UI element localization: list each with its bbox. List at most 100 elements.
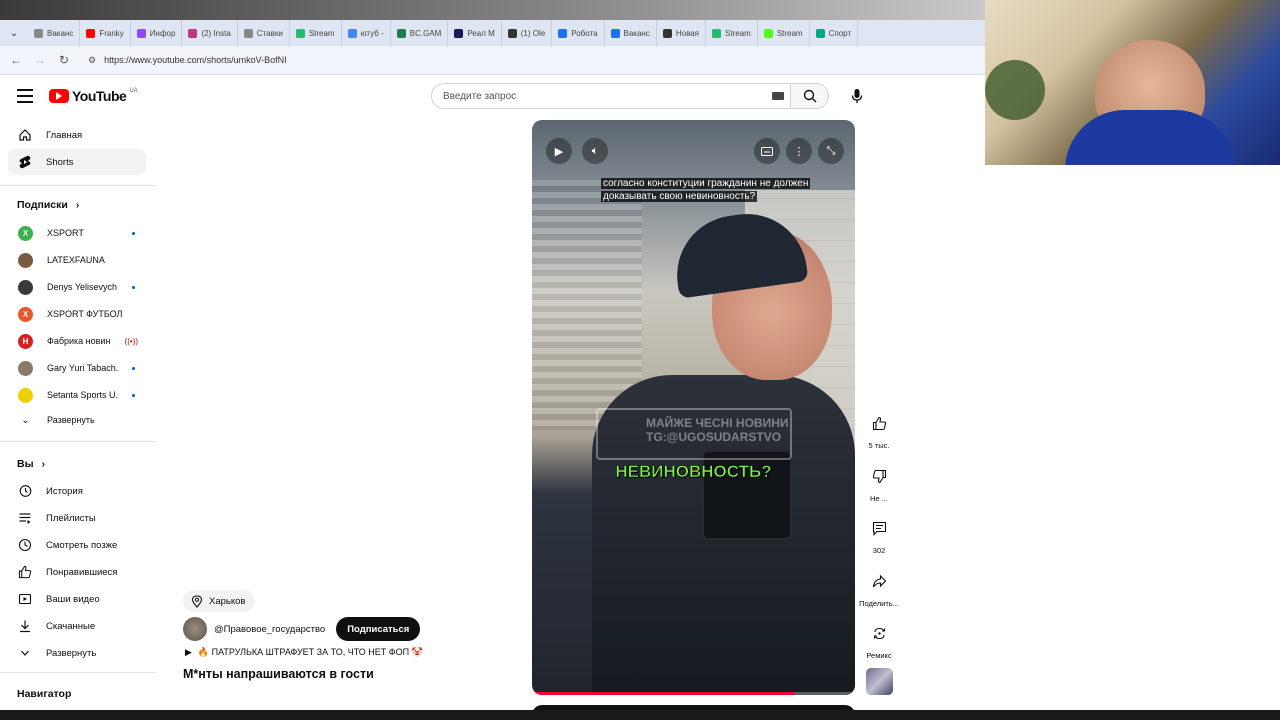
subscription-item[interactable]: H Фабрика новин ((•)) bbox=[8, 328, 146, 354]
logo-text: YouTube bbox=[72, 88, 127, 104]
play-icon[interactable]: ▶ bbox=[546, 138, 572, 164]
you-heading[interactable]: Вы › bbox=[17, 458, 45, 470]
search-input[interactable]: Введите запрос bbox=[431, 83, 791, 109]
tab-favicon-icon bbox=[815, 28, 825, 38]
sidebar-item-playlists[interactable]: Плейлисты bbox=[8, 505, 146, 531]
browser-tab-bar: ⌄ Ваканс Franky Инфор (2) Insta Ставки Stream… bbox=[0, 20, 985, 46]
tab-label: BC.GAM bbox=[409, 28, 442, 38]
dislike-button[interactable]: Не ... bbox=[859, 463, 899, 503]
keyboard-icon[interactable] bbox=[772, 92, 784, 100]
browser-tab[interactable]: BC.GAM bbox=[391, 20, 449, 46]
subscribe-button[interactable]: Подписаться bbox=[336, 617, 421, 641]
home-icon bbox=[18, 128, 32, 142]
tab-favicon-icon bbox=[454, 28, 464, 38]
browser-tab[interactable]: Спорт bbox=[810, 20, 859, 46]
subscription-item[interactable]: Gary Yuri Tabach... bbox=[8, 355, 146, 381]
tab-list-chevron-icon[interactable]: ⌄ bbox=[0, 20, 28, 46]
fullscreen-icon[interactable]: ⤡ bbox=[818, 138, 844, 164]
search-button[interactable] bbox=[791, 83, 829, 109]
browser-tab[interactable]: Инфор bbox=[131, 20, 183, 46]
menu-icon[interactable] bbox=[17, 89, 33, 103]
video-progress-bar[interactable] bbox=[532, 692, 855, 695]
remix-label: Ремикс bbox=[866, 651, 892, 660]
you-heading-label: Вы bbox=[17, 458, 34, 470]
location-chip[interactable]: Харьков bbox=[183, 590, 256, 612]
forward-icon[interactable]: → bbox=[28, 48, 52, 72]
sidebar-item-downloads[interactable]: Скачанные bbox=[8, 613, 146, 639]
channel-avatar[interactable] bbox=[183, 617, 207, 641]
reload-icon[interactable]: ↻ bbox=[52, 48, 76, 72]
video-progress-fill bbox=[532, 692, 794, 695]
channel-avatar-icon: X bbox=[18, 225, 33, 241]
new-content-dot bbox=[132, 366, 135, 370]
window-top-strip bbox=[0, 0, 985, 20]
tab-label: ютуб - bbox=[360, 28, 384, 38]
address-bar[interactable]: ⚙ https://www.youtube.com/shorts/umkoV-B… bbox=[84, 49, 944, 71]
subscription-item[interactable]: Setanta Sports U... bbox=[8, 382, 146, 408]
tab-favicon-icon bbox=[86, 28, 96, 38]
location-pin-icon bbox=[191, 594, 203, 608]
comments-button[interactable]: 302 bbox=[859, 515, 899, 555]
navigator-heading-label: Навигатор bbox=[17, 688, 72, 700]
browser-tab[interactable]: (1) Ole bbox=[502, 20, 553, 46]
sidebar-expand-subscriptions[interactable]: ⌄ Развернуть bbox=[8, 407, 146, 433]
tab-label: Ваканс bbox=[47, 28, 74, 38]
browser-tab[interactable]: (2) Insta bbox=[182, 20, 238, 46]
subscription-item[interactable]: Denys Yelisevych bbox=[8, 274, 146, 300]
captions-icon[interactable] bbox=[754, 138, 780, 164]
browser-tab[interactable]: Робота bbox=[552, 20, 605, 46]
tab-label: Stream bbox=[776, 28, 803, 38]
sidebar-item-watch-later[interactable]: Смотреть позже bbox=[8, 532, 146, 558]
video-title: М*нты напрашиваются в гости bbox=[183, 667, 374, 681]
back-icon[interactable]: ← bbox=[4, 48, 28, 72]
subscription-item[interactable]: X XSPORT ФУТБОЛ bbox=[8, 301, 146, 327]
shorts-video-player[interactable]: ▶ 🔈︎ ⋮ ⤡ согласно конституции гражданин … bbox=[532, 120, 855, 695]
browser-tab[interactable]: Ставки bbox=[238, 20, 290, 46]
music-row[interactable]: ▶ 🔥 ПАТРУЛЬКА ШТРАФУЕТ ЗА ТО, ЧТО НЕТ ФО… bbox=[185, 647, 423, 658]
sidebar-item-liked[interactable]: Понравившиеся bbox=[8, 559, 146, 585]
tab-favicon-icon bbox=[188, 28, 198, 38]
channel-avatar-icon bbox=[18, 387, 33, 403]
browser-tab[interactable]: Ваканс bbox=[605, 20, 657, 46]
comment-count: 302 bbox=[872, 546, 886, 555]
downloads-icon bbox=[18, 619, 32, 633]
volume-icon[interactable]: 🔈︎ bbox=[582, 138, 608, 164]
sidebar-item-history[interactable]: История bbox=[8, 478, 146, 504]
browser-tab[interactable]: Stream bbox=[290, 20, 342, 46]
shorts-icon bbox=[18, 155, 32, 169]
new-content-dot bbox=[132, 231, 135, 235]
browser-tab[interactable]: Новая bbox=[657, 20, 707, 46]
browser-tab[interactable]: ютуб - bbox=[342, 20, 391, 46]
sidebar: YouTube UA Главная Shorts Подписки › X X… bbox=[0, 75, 158, 710]
sidebar-item-your-videos[interactable]: Ваши видео bbox=[8, 586, 146, 612]
video-watermark: МАЙЖЕ ЧЕСНІ НОВИНИ TG:@UGOSUDARSTVO bbox=[596, 408, 792, 460]
site-info-icon[interactable]: ⚙ bbox=[88, 55, 96, 66]
browser-tab[interactable]: Stream bbox=[706, 20, 758, 46]
share-icon bbox=[866, 568, 892, 594]
share-button[interactable]: Поделить... bbox=[859, 568, 899, 608]
more-options-icon[interactable]: ⋮ bbox=[786, 138, 812, 164]
sound-thumbnail[interactable] bbox=[866, 668, 893, 695]
like-button[interactable]: 5 тыс. bbox=[859, 410, 899, 450]
subscription-name: LATEXFAUNA bbox=[47, 255, 105, 265]
channel-name[interactable]: @Правовое_государство bbox=[214, 624, 325, 635]
voice-search-button[interactable] bbox=[843, 83, 871, 109]
subscription-item[interactable]: LATEXFAUNA bbox=[8, 247, 146, 273]
sidebar-item-label: Смотреть позже bbox=[46, 539, 118, 551]
remix-button[interactable]: Ремикс bbox=[859, 620, 899, 660]
browser-tab[interactable]: Franky bbox=[80, 20, 131, 46]
sidebar-item-home[interactable]: Главная bbox=[8, 122, 146, 148]
browser-tab[interactable]: Ваканс bbox=[28, 20, 81, 46]
sidebar-item-shorts[interactable]: Shorts bbox=[8, 149, 146, 175]
thumbs-down-icon bbox=[866, 463, 892, 489]
browser-tab[interactable]: Реал М bbox=[448, 20, 502, 46]
sidebar-item-label: История bbox=[46, 485, 83, 497]
youtube-logo[interactable]: YouTube UA bbox=[49, 88, 138, 104]
watch-later-icon bbox=[18, 538, 32, 552]
subscriptions-heading[interactable]: Подписки › bbox=[17, 199, 79, 211]
subscription-item[interactable]: X XSPORT bbox=[8, 220, 146, 246]
sidebar-item-label: Плейлисты bbox=[46, 512, 96, 524]
browser-tab[interactable]: Stream bbox=[758, 20, 810, 46]
sidebar-item-chevron-down[interactable]: Развернуть bbox=[8, 640, 146, 666]
right-pane bbox=[985, 165, 1280, 710]
